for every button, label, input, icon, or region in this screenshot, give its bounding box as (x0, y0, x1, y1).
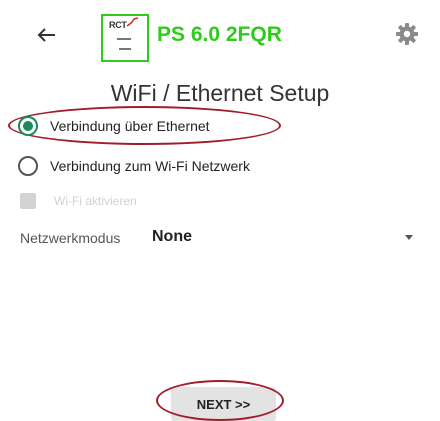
app-header: RCT PS 6.0 2FQR (0, 0, 440, 70)
logo-brand-text: RCT (109, 20, 127, 30)
radio-option-wifi[interactable]: Verbindung zum Wi-Fi Netzwerk (18, 153, 250, 179)
logo-mark-line (117, 38, 131, 40)
wifi-enable-label: Wi-Fi aktivieren (54, 194, 137, 208)
radio-button[interactable] (18, 116, 38, 136)
radio-button[interactable] (18, 156, 38, 176)
network-mode-label: Netzwerkmodus (20, 230, 121, 246)
radio-option-ethernet[interactable]: Verbindung über Ethernet (18, 113, 210, 139)
radio-option-label: Verbindung über Ethernet (50, 118, 210, 134)
device-title: PS 6.0 2FQR (157, 23, 282, 46)
device-logo: RCT (101, 14, 149, 62)
annotation-ring (156, 380, 284, 421)
caret-down-icon[interactable] (405, 235, 413, 240)
radio-option-label: Verbindung zum Wi-Fi Netzwerk (50, 158, 250, 174)
arrow-left-icon (37, 28, 55, 42)
page-title: WiFi / Ethernet Setup (110, 80, 330, 106)
back-button[interactable] (32, 20, 62, 50)
logo-swoosh-icon (126, 17, 139, 27)
logo-mark-line (119, 48, 131, 50)
settings-button[interactable] (394, 21, 420, 47)
network-mode-value[interactable]: None (152, 228, 192, 246)
gear-icon (396, 23, 418, 45)
network-mode-select[interactable]: Netzwerkmodus None (20, 226, 420, 250)
wifi-enable-checkbox-row: Wi-Fi aktivieren (20, 191, 137, 211)
wifi-enable-checkbox (20, 193, 36, 209)
